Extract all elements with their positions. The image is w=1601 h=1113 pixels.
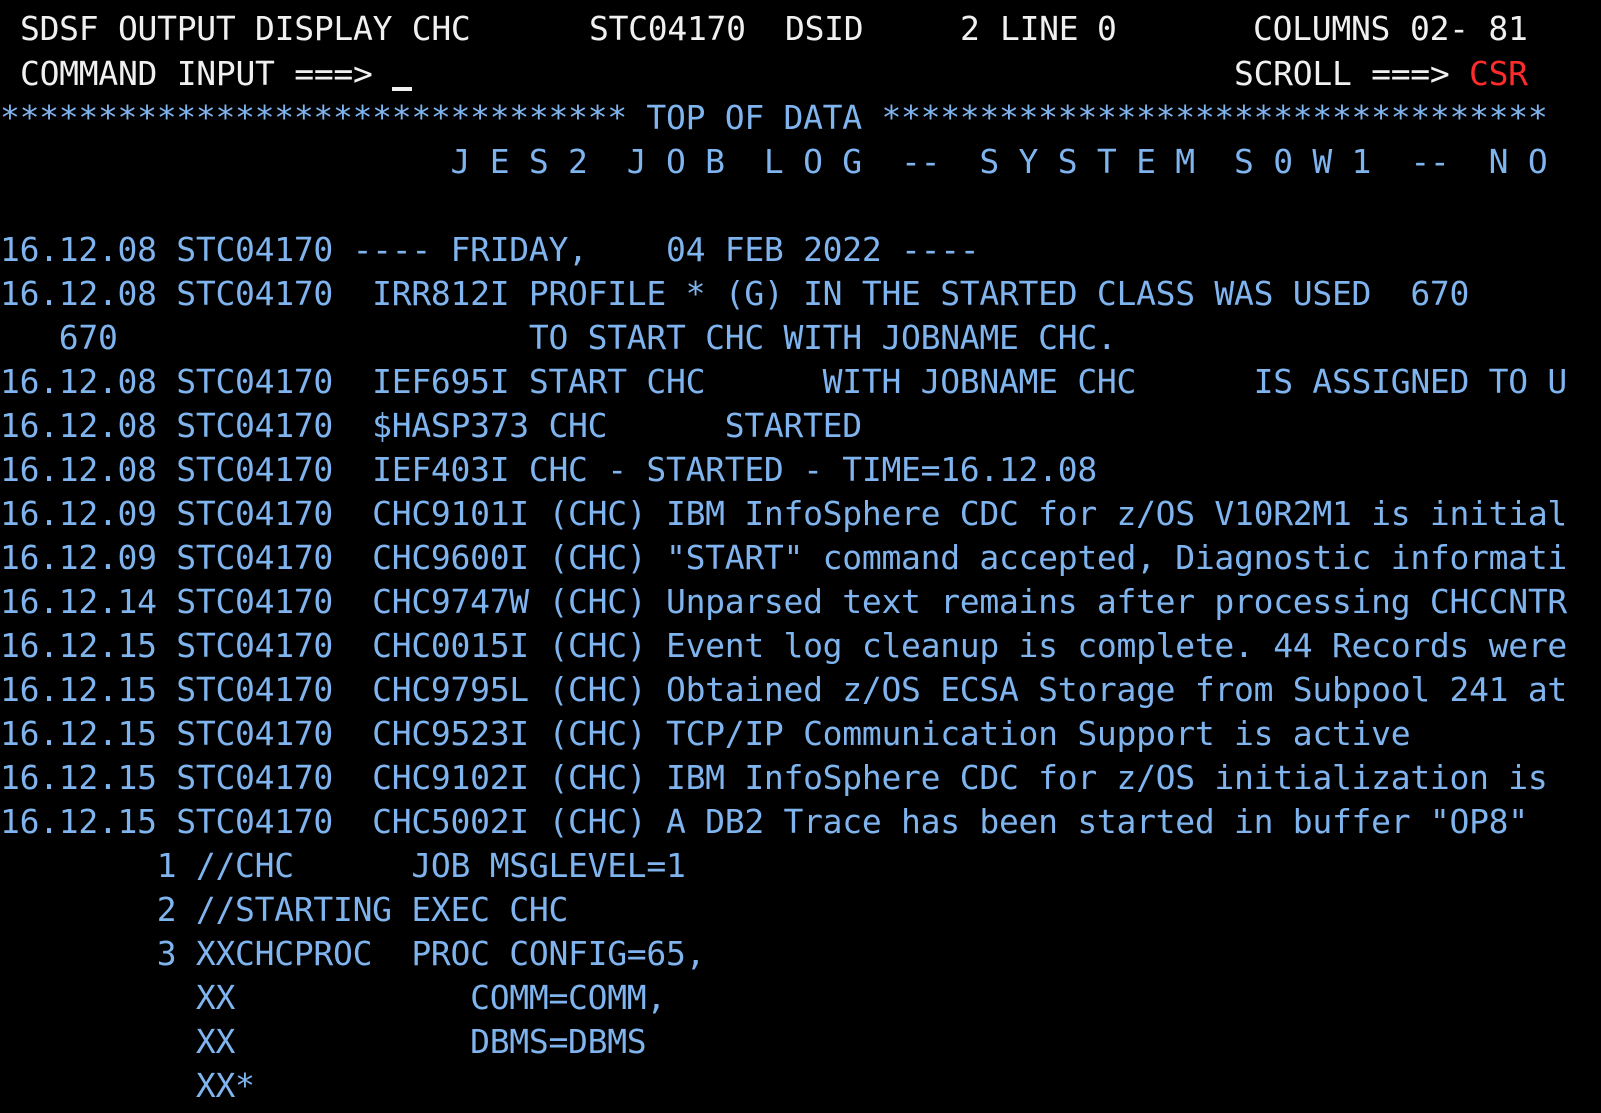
text-cursor — [392, 87, 412, 91]
log-line: 16.12.15 STC04170 CHC9102I (CHC) IBM Inf… — [0, 758, 1548, 797]
panel-title: SDSF OUTPUT DISPLAY CHC — [20, 9, 471, 48]
log-line: 16.12.08 STC04170 IEF403I CHC - STARTED … — [0, 450, 1097, 489]
job-log-title: J E S 2 J O B L O G -- S Y S T E M S 0 W… — [0, 142, 1548, 181]
jcl-line: 3 XXCHCPROC PROC CONFIG=65, — [0, 934, 706, 973]
jcl-line: 2 //STARTING EXEC CHC — [0, 890, 569, 929]
job-id: STC04170 — [589, 9, 746, 48]
jcl-line: 1 //CHC JOB MSGLEVEL=1 — [0, 846, 686, 885]
sdsf-terminal-screen: SDSF OUTPUT DISPLAY CHC STC04170 DSID 2 … — [0, 0, 1601, 1113]
log-line: 16.12.08 STC04170 ---- FRIDAY, 04 FEB 20… — [0, 230, 980, 269]
command-input-field[interactable] — [392, 51, 412, 96]
top-of-data-banner: ******************************** TOP OF … — [0, 98, 1548, 137]
log-line: 16.12.09 STC04170 CHC9101I (CHC) IBM Inf… — [0, 494, 1568, 533]
line-value: 0 — [1097, 9, 1117, 48]
header-row: SDSF OUTPUT DISPLAY CHC STC04170 DSID 2 … — [0, 6, 1528, 51]
log-line: 16.12.15 STC04170 CHC9795L (CHC) Obtaine… — [0, 670, 1568, 709]
jcl-line: XX DBMS=DBMS — [0, 1022, 647, 1061]
jcl-line: XX COMM=COMM, — [0, 978, 666, 1017]
dsid-value: 2 — [960, 9, 980, 48]
log-line: 16.12.14 STC04170 CHC9747W (CHC) Unparse… — [0, 582, 1568, 621]
command-row: COMMAND INPUT ===> SCROLL ===> CSR — [0, 51, 1528, 96]
log-line: 16.12.09 STC04170 CHC9600I (CHC) "START"… — [0, 538, 1568, 577]
log-line: 16.12.08 STC04170 IRR812I PROFILE * (G) … — [0, 274, 1470, 313]
scroll-amount-field[interactable]: CSR — [1469, 51, 1528, 96]
log-line: 16.12.15 STC04170 CHC0015I (CHC) Event l… — [0, 626, 1568, 665]
scroll-label: SCROLL ===> — [1234, 54, 1450, 93]
log-line: 16.12.15 STC04170 CHC9523I (CHC) TCP/IP … — [0, 714, 1411, 753]
line-label: LINE — [1000, 9, 1079, 48]
dsid-label: DSID — [785, 9, 864, 48]
columns-value: 02- 81 — [1410, 9, 1528, 48]
columns-label: COLUMNS — [1253, 9, 1391, 48]
jcl-line: XX* — [0, 1066, 255, 1105]
command-input-label: COMMAND INPUT ===> — [20, 54, 373, 93]
log-line: 16.12.08 STC04170 $HASP373 CHC STARTED — [0, 406, 862, 445]
log-line: 670 TO START CHC WITH JOBNAME CHC. — [0, 318, 1117, 357]
log-line: 16.12.15 STC04170 CHC5002I (CHC) A DB2 T… — [0, 802, 1528, 841]
log-line: 16.12.08 STC04170 IEF695I START CHC WITH… — [0, 362, 1568, 401]
